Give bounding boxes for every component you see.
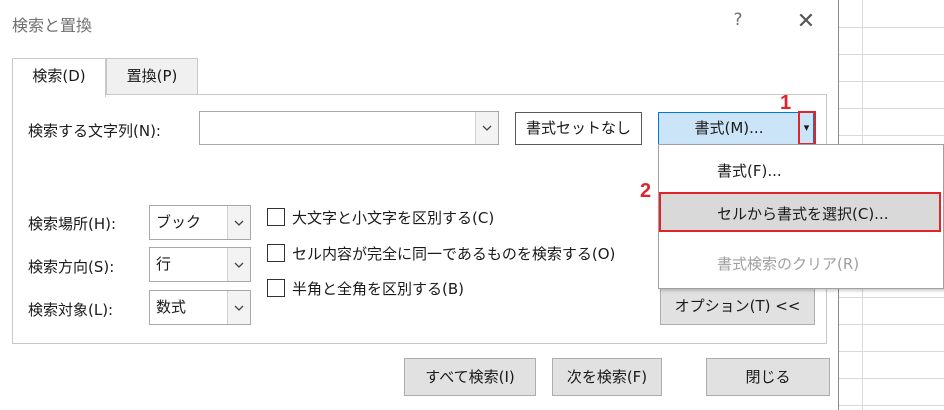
match-entire-cell-checkbox[interactable] (267, 244, 285, 262)
step-marker-1: 1 (780, 92, 792, 114)
menu-item-choose-from-cell[interactable]: セルから書式を選択(C)... (659, 192, 941, 232)
match-case-label: 大文字と小文字を区別する(C) (292, 209, 495, 227)
tab-find[interactable]: 検索(D) (12, 58, 106, 97)
close-icon[interactable]: ✕ (792, 8, 820, 36)
grid-line (838, 81, 944, 82)
tab-replace-label: 置換(P) (126, 67, 178, 85)
within-select[interactable]: ブック (149, 205, 251, 240)
menu-item-choose-from-cell-label: セルから書式を選択(C)... (717, 205, 889, 223)
find-what-input[interactable] (199, 111, 499, 145)
find-all-button[interactable]: すべて検索(I) (404, 358, 536, 396)
grid-line (838, 108, 944, 109)
find-next-button[interactable]: 次を検索(F) (552, 358, 662, 396)
chevron-down-icon[interactable] (227, 248, 250, 281)
grid-line (838, 54, 944, 55)
format-menu: 書式(F)... セルから書式を選択(C)... 書式検索のクリア(R) (658, 144, 944, 289)
within-label: 検索場所(H): (28, 215, 117, 233)
match-entire-cell-label: セル内容が完全に同一であるものを検索する(O) (292, 245, 616, 263)
chevron-down-icon[interactable] (227, 291, 250, 324)
options-button[interactable]: オプション(T) << (660, 288, 815, 325)
grid-line (838, 351, 944, 352)
search-order-label: 検索方向(S): (28, 258, 115, 276)
match-byte-checkbox[interactable] (267, 279, 285, 297)
menu-item-format[interactable]: 書式(F)... (659, 151, 941, 191)
close-button[interactable]: 閉じる (706, 358, 830, 396)
menu-item-format-label: 書式(F)... (717, 162, 782, 180)
grid-line (838, 378, 944, 379)
highlight-box-1 (798, 111, 816, 145)
find-what-label: 検索する文字列(N): (28, 122, 161, 140)
chevron-down-icon[interactable] (475, 112, 498, 144)
look-in-value: 数式 (156, 298, 187, 316)
dialog-title: 検索と置換 (12, 16, 93, 35)
format-button[interactable]: 書式(M)... (658, 112, 800, 145)
menu-item-clear-format-label: 書式検索のクリア(R) (717, 255, 860, 273)
grid-line (838, 324, 944, 325)
grid-line (838, 27, 944, 28)
look-in-label: 検索対象(L): (28, 301, 114, 319)
grid-line (838, 135, 944, 136)
match-case-checkbox[interactable] (267, 208, 285, 226)
grid-line (838, 297, 944, 298)
tab-replace[interactable]: 置換(P) (106, 58, 198, 95)
match-byte-label: 半角と全角を区別する(B) (292, 280, 464, 298)
search-order-value: 行 (156, 255, 172, 273)
look-in-select[interactable]: 数式 (149, 290, 251, 325)
menu-item-clear-format[interactable]: 書式検索のクリア(R) (659, 244, 941, 284)
tab-find-label: 検索(D) (32, 67, 86, 85)
chevron-down-icon[interactable] (227, 206, 250, 239)
format-preview: 書式セットなし (515, 112, 642, 145)
step-marker-2: 2 (640, 180, 652, 202)
search-order-select[interactable]: 行 (149, 247, 251, 282)
grid-line (838, 405, 944, 406)
within-value: ブック (156, 213, 202, 231)
help-button[interactable]: ? (728, 10, 748, 34)
